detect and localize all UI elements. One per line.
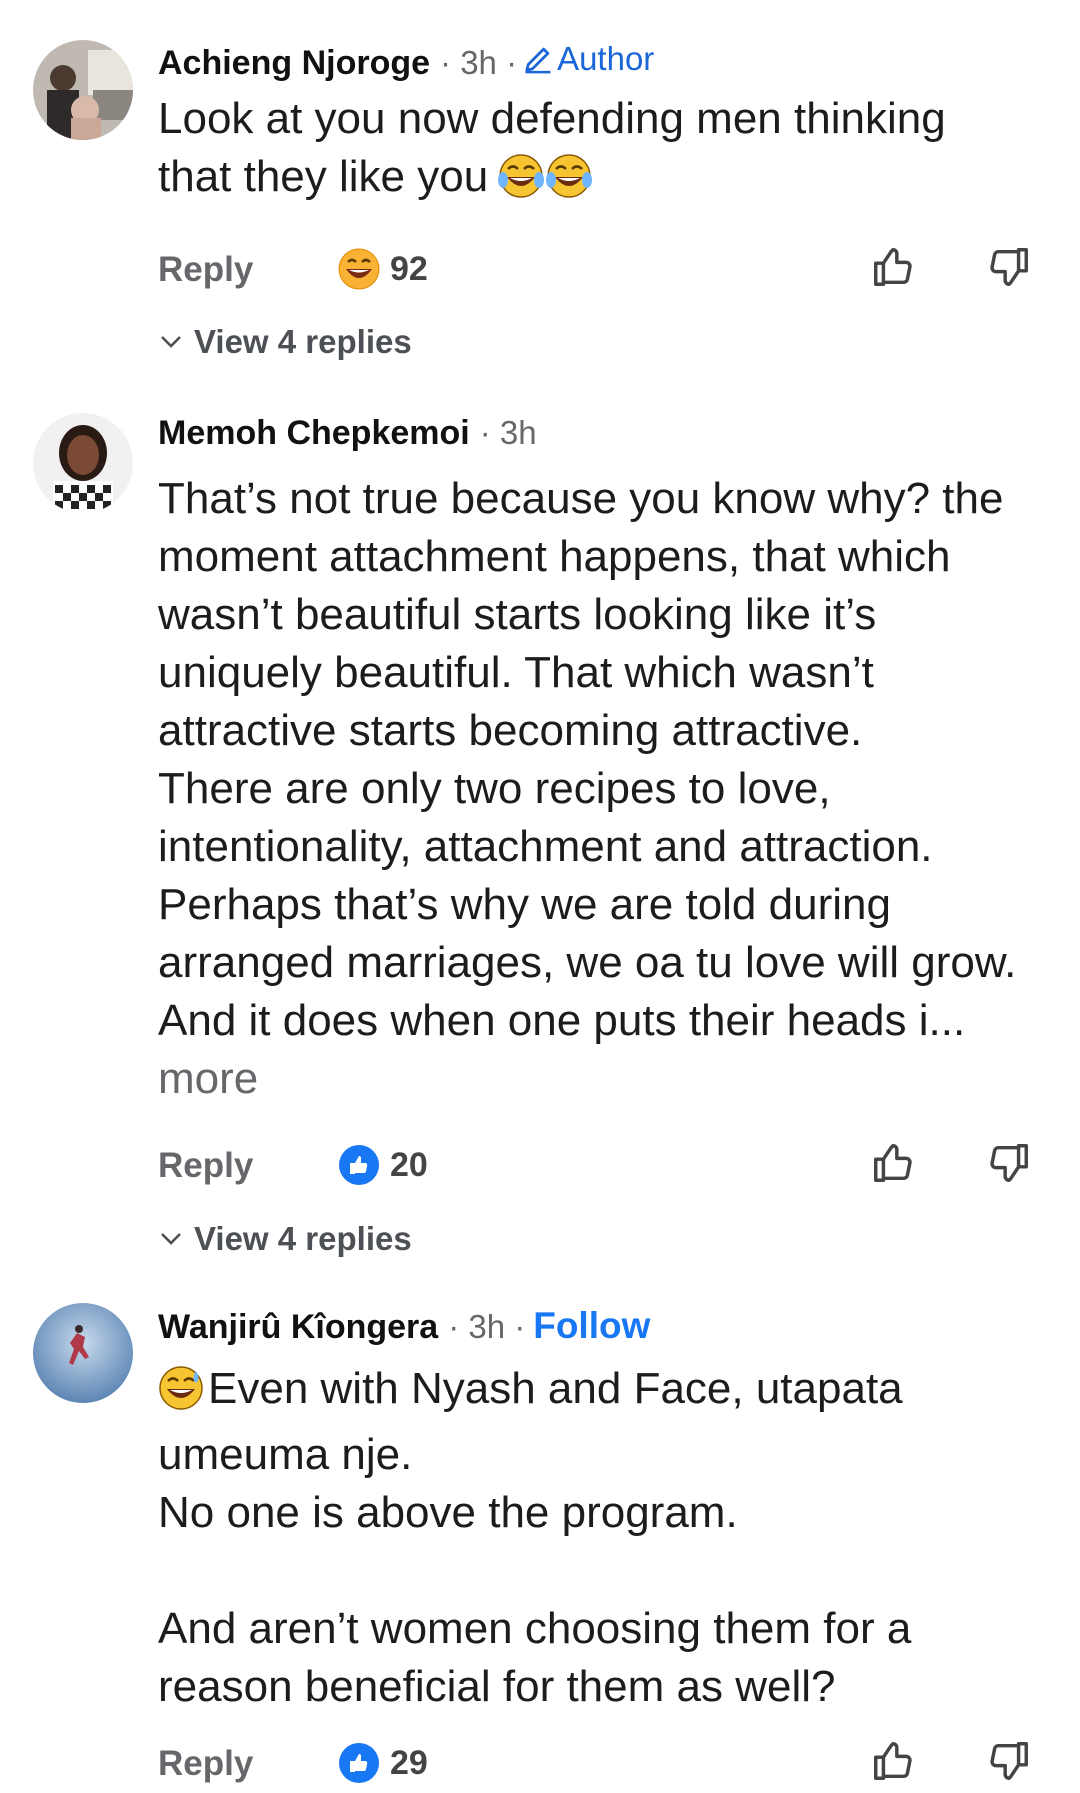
comment-line: And aren’t women choosing them for a <box>158 1604 912 1653</box>
comment-header: Memoh Chepkemoi · 3h <box>158 414 537 453</box>
comment-line <box>158 1542 1058 1600</box>
comment-line: reason beneficial for them as well? <box>158 1662 836 1711</box>
tears-of-joy-emoji-icon <box>498 153 594 214</box>
comment-line: moment attachment happens, that which <box>158 532 951 581</box>
grin-sweat-emoji-icon <box>158 1365 204 1426</box>
comment-text: Even with Nyash and Face, utapata umeuma… <box>158 1360 1058 1716</box>
comment-line: And it does when one puts their heads i.… <box>158 996 966 1045</box>
comment-line: There are only two recipes to love, <box>158 764 831 813</box>
comment-actions: Reply 29 <box>158 1738 1038 1790</box>
pencil-icon <box>525 47 551 74</box>
comment-line-with-emoji: that they like you <box>158 148 1058 214</box>
comment-time: · 3h · <box>448 1308 526 1345</box>
reaction-summary[interactable]: 20 <box>338 1144 428 1186</box>
reply-button[interactable]: Reply <box>158 250 253 290</box>
thumbs-up-icon[interactable] <box>870 1738 916 1784</box>
comment-line: arranged marriages, we oa tu love will g… <box>158 938 1017 987</box>
reply-button[interactable]: Reply <box>158 1744 253 1784</box>
comment-text: Look at you now defending men thinking t… <box>158 90 1058 214</box>
reply-button[interactable]: Reply <box>158 1146 253 1186</box>
reaction-count: 29 <box>390 1743 428 1782</box>
commenter-name[interactable]: Memoh Chepkemoi <box>158 414 470 453</box>
see-more-link[interactable]: more <box>158 1050 1058 1108</box>
reaction-summary[interactable]: 29 <box>338 1742 428 1784</box>
comment-time: · 3h <box>479 414 537 451</box>
view-replies-button[interactable]: View 4 replies <box>160 323 412 361</box>
thumbs-down-icon[interactable] <box>986 1738 1032 1784</box>
commenter-name[interactable]: Achieng Njoroge <box>158 44 430 83</box>
chevron-down-icon <box>161 1233 181 1245</box>
follow-button[interactable]: Follow <box>533 1305 650 1347</box>
grin-emoji-icon <box>338 248 380 290</box>
comment-line: attractive starts becoming attractive. <box>158 706 863 755</box>
comment-line: wasn’t beautiful starts looking like it’… <box>158 590 877 639</box>
comment-line: uniquely beautiful. That which wasn’t <box>158 648 874 697</box>
comment-line: that they like you <box>158 152 489 201</box>
comment-line: Look at you now defending men thinking <box>158 94 946 143</box>
commenter-name[interactable]: Wanjirû Kîongera <box>158 1308 438 1347</box>
reaction-count: 20 <box>390 1145 428 1184</box>
like-reaction-icon <box>339 1743 379 1783</box>
comment-line: Perhaps that’s why we are told during <box>158 880 891 929</box>
thumbs-up-icon[interactable] <box>870 1140 916 1186</box>
view-replies-label: View 4 replies <box>194 323 412 360</box>
view-replies-button[interactable]: View 4 replies <box>160 1220 412 1258</box>
like-reaction-icon <box>339 1145 379 1185</box>
comment-text[interactable]: That’s not true because you know why? th… <box>158 470 1058 1108</box>
comment-line: That’s not true because you know why? th… <box>158 474 1004 523</box>
author-badge: Author <box>523 40 654 78</box>
comment-actions: Reply 20 <box>158 1140 1038 1192</box>
comment-line: No one is above the program. <box>158 1488 738 1537</box>
chevron-down-icon <box>161 336 181 348</box>
comment-time: · 3h · <box>440 44 518 81</box>
thumbs-up-icon[interactable] <box>870 244 916 290</box>
thumbs-down-icon[interactable] <box>986 244 1032 290</box>
comment-header: Achieng Njoroge · 3h · Author <box>158 40 654 83</box>
avatar[interactable] <box>33 40 133 140</box>
reaction-count: 92 <box>390 249 428 288</box>
comment-line-with-emoji: Even with Nyash and Face, utapata <box>158 1360 1058 1426</box>
thumbs-down-icon[interactable] <box>986 1140 1032 1186</box>
comment-actions: Reply 92 <box>158 244 1038 296</box>
author-label: Author <box>557 40 655 77</box>
avatar[interactable] <box>33 413 133 513</box>
comment-header: Wanjirû Kîongera · 3h · Follow <box>158 1305 650 1347</box>
avatar[interactable] <box>33 1303 133 1403</box>
comment-line: intentionality, attachment and attractio… <box>158 822 933 871</box>
reaction-summary[interactable]: 92 <box>338 248 428 290</box>
comment-line: umeuma nje. <box>158 1430 413 1479</box>
view-replies-label: View 4 replies <box>194 1220 412 1257</box>
comment-line: Even with Nyash and Face, utapata <box>208 1364 903 1413</box>
